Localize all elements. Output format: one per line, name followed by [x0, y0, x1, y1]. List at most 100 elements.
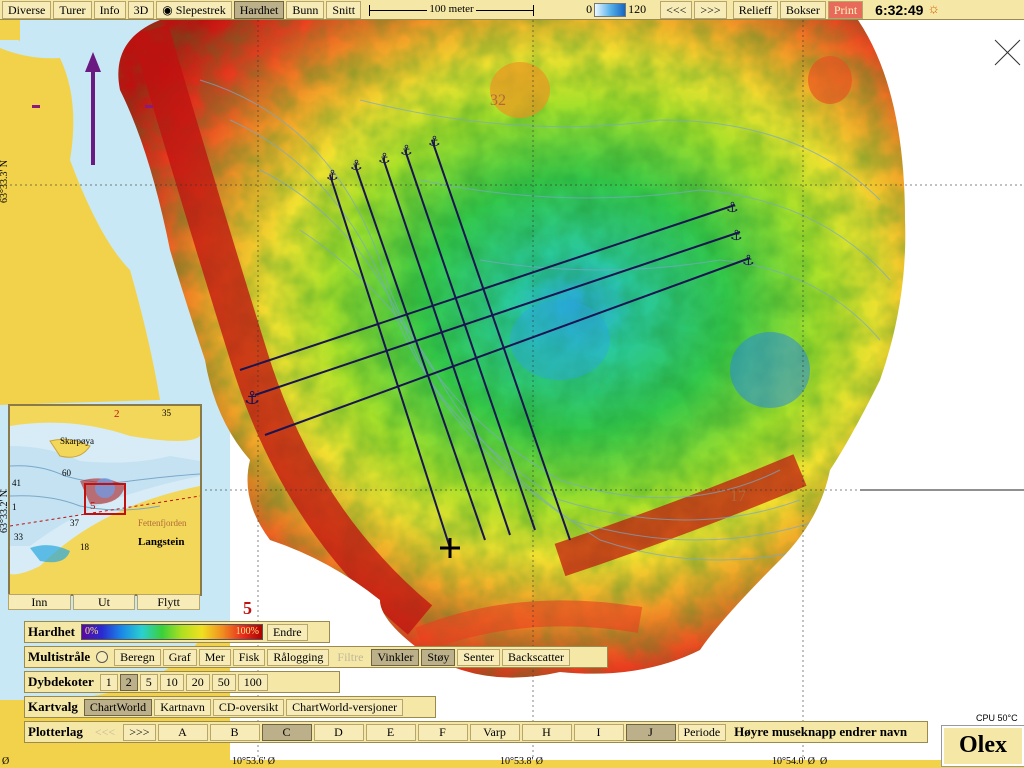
layer-e-button[interactable]: E: [365, 723, 416, 741]
zoom-in-button[interactable]: Inn: [8, 594, 71, 610]
plotterlag-hint: Høyre museknapp endrer navn: [734, 724, 908, 739]
move-button[interactable]: Flytt: [137, 594, 201, 610]
svg-text:⚓: ⚓: [326, 168, 339, 184]
plotterlag-prev-button[interactable]: <<<: [89, 724, 121, 741]
svg-text:⚓: ⚓: [244, 388, 260, 409]
bokser-button[interactable]: Bokser: [779, 0, 826, 19]
layer-h-button[interactable]: H: [521, 723, 572, 741]
inset-num-60: 60: [62, 468, 71, 478]
zoom-out-button[interactable]: Ut: [72, 594, 136, 610]
kartnavn-button[interactable]: Kartnavn: [154, 698, 211, 716]
svg-text:⚓: ⚓: [726, 200, 739, 216]
beregn-button[interactable]: Beregn: [114, 648, 161, 666]
marker-5: 5: [243, 598, 252, 618]
info-button[interactable]: Info: [93, 0, 126, 19]
fisk-button[interactable]: Fisk: [232, 648, 266, 666]
hardhet-endre-button[interactable]: Endre: [266, 623, 308, 641]
layer-b-button[interactable]: B: [209, 723, 260, 741]
lon-label-left: Ø: [2, 756, 10, 767]
vinkler-button[interactable]: Vinkler: [371, 648, 420, 666]
diverse-button[interactable]: Diverse: [2, 0, 52, 19]
slepestrek-button[interactable]: ◉ Slepestrek: [156, 0, 232, 19]
bunn-button[interactable]: Bunn: [286, 0, 325, 19]
svg-text:⚓: ⚓: [400, 143, 413, 159]
contour-5-button[interactable]: 5: [139, 673, 158, 691]
multistraale-label: Multistråle: [28, 649, 91, 664]
layer-i-button[interactable]: I: [573, 723, 624, 741]
contour-1-button[interactable]: 1: [99, 673, 118, 691]
next-button[interactable]: >>>: [694, 0, 727, 19]
lon-label-3: 10°54.0' Ø: [772, 756, 816, 767]
hardness-gradient: 0% 100%: [80, 624, 263, 640]
layer-varp-button[interactable]: Varp: [469, 723, 520, 741]
mer-button[interactable]: Mer: [198, 648, 231, 666]
inset-place-skarpoeya: Skarpøya: [60, 436, 94, 446]
overview-map[interactable]: Skarpøya Fettenfjorden Langstein 35 60 4…: [8, 404, 202, 596]
raalogging-button[interactable]: Rålogging: [267, 648, 330, 666]
kartvalg-panel: Kartvalg ChartWorld Kartnavn CD-oversikt…: [24, 696, 436, 718]
chartworld-button[interactable]: ChartWorld: [83, 698, 153, 716]
lon-label-right: Ø: [820, 756, 828, 767]
scale-label: 100 meter: [427, 2, 476, 15]
hardhet-panel: Hardhet 0% 100% Endre: [24, 621, 330, 643]
dybdekoter-label: Dybdekoter: [28, 674, 94, 689]
plotterlag-label: Plotterlag: [28, 724, 83, 739]
depth-gradient: [594, 2, 627, 17]
layer-d-button[interactable]: D: [313, 723, 364, 741]
inset-num-37: 37: [70, 518, 79, 528]
dybdekoter-panel: Dybdekoter 1 2 5 10 20 50 100: [24, 671, 340, 693]
olex-logo[interactable]: Olex: [942, 726, 1024, 766]
depth-label-32: 32: [490, 92, 506, 109]
contour-50-button[interactable]: 50: [211, 673, 236, 691]
cd-oversikt-button[interactable]: CD-oversikt: [212, 698, 285, 716]
layer-c-button[interactable]: C: [261, 723, 312, 741]
relieff-button[interactable]: Relieff: [732, 0, 778, 19]
clock: 6:32:49: [875, 1, 924, 18]
inset-num-41: 41: [12, 478, 21, 488]
depth-min: 0: [586, 2, 593, 16]
svg-text:⚓: ⚓: [742, 253, 755, 269]
contour-10-button[interactable]: 10: [159, 673, 184, 691]
contour-20-button[interactable]: 20: [185, 673, 210, 691]
turer-button[interactable]: Turer: [53, 0, 92, 19]
hardness-max: 100%: [235, 626, 259, 637]
layer-a-button[interactable]: A: [157, 723, 208, 741]
depth-legend: 0 120: [586, 2, 646, 17]
layer-f-button[interactable]: F: [417, 723, 468, 741]
lon-label-2: 10°53.8' Ø: [500, 756, 544, 767]
prev-button[interactable]: <<<: [660, 0, 693, 19]
hardhet-button[interactable]: Hardhet: [233, 0, 285, 19]
graf-button[interactable]: Graf: [162, 648, 197, 666]
contour-100-button[interactable]: 100: [237, 673, 268, 691]
inset-num-35: 35: [162, 408, 171, 418]
3d-button[interactable]: 3D: [127, 0, 155, 19]
svg-text:⚓: ⚓: [730, 228, 743, 244]
svg-text:⚓: ⚓: [378, 151, 391, 167]
sun-icon[interactable]: ☼: [927, 2, 940, 18]
multistraale-panel: Multistråle Beregn Graf Mer Fisk Råloggi…: [24, 646, 608, 668]
stoey-button[interactable]: Støy: [421, 648, 456, 666]
contour-2-button[interactable]: 2: [119, 673, 138, 691]
filtre-button[interactable]: Filtre: [331, 649, 369, 666]
print-button[interactable]: Print: [827, 0, 864, 19]
inset-place-fettenfjorden: Fettenfjorden: [138, 518, 187, 528]
plotterlag-panel: Plotterlag <<< >>> A B C D E F Varp H I …: [24, 721, 928, 743]
hardness-min: 0%: [84, 626, 99, 637]
target-icon: ◉: [162, 2, 173, 17]
senter-button[interactable]: Senter: [457, 648, 501, 666]
inset-num-1: 1: [12, 502, 17, 512]
scale-bar: 100 meter: [369, 2, 535, 18]
plotterlag-next-button[interactable]: >>>: [123, 723, 156, 741]
backscatter-button[interactable]: Backscatter: [502, 648, 570, 666]
svg-text:⚓: ⚓: [350, 158, 363, 174]
layer-j-button[interactable]: J: [625, 723, 676, 741]
top-toolbar: Diverse Turer Info 3D ◉ Slepestrek Hardh…: [0, 0, 1024, 20]
snitt-button[interactable]: Snitt: [326, 0, 362, 19]
periode-button[interactable]: Periode: [677, 723, 727, 741]
kartvalg-label: Kartvalg: [28, 699, 78, 714]
lon-label-1: 10°53.6' Ø: [232, 756, 276, 767]
overview-buttons: Inn Ut Flytt: [8, 594, 202, 610]
multistraale-radio[interactable]: [96, 651, 109, 663]
chartworld-versjoner-button[interactable]: ChartWorld-versjoner: [286, 698, 404, 716]
slepestrek-label: Slepestrek: [175, 2, 226, 17]
